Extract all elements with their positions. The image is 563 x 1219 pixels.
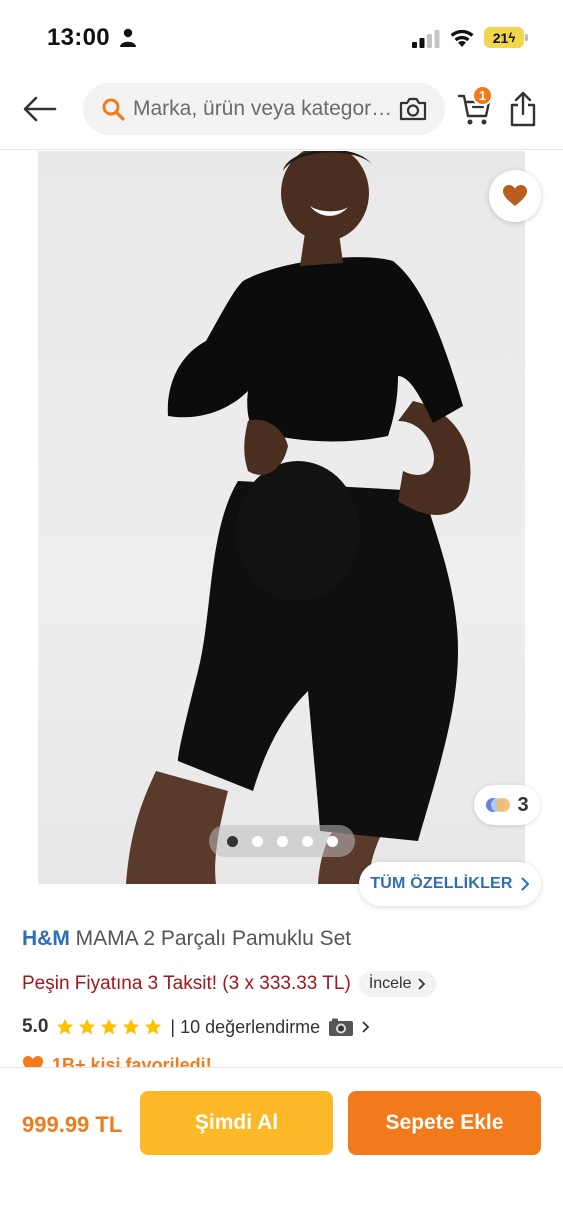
search-bar[interactable]	[83, 83, 445, 135]
star-icon	[79, 1018, 96, 1035]
inspect-installment-button[interactable]: İncele	[358, 971, 436, 997]
product-image-gallery[interactable]: 3	[0, 151, 563, 884]
camera-search-icon[interactable]	[398, 95, 428, 123]
product-price: 999.99 TL	[22, 1112, 123, 1137]
share-icon[interactable]	[508, 90, 538, 128]
all-features-label: TÜM ÖZELLİKLER	[370, 875, 513, 892]
favorite-button[interactable]	[489, 170, 541, 222]
rating-row[interactable]: 5.0 | 10 değerlendirme	[22, 1013, 370, 1041]
heart-icon	[503, 185, 527, 206]
bottom-action-bar: 999.99 TL Şimdi Al Sepete Ekle	[0, 1067, 563, 1219]
charging-bolt-icon: ϟ	[508, 30, 516, 45]
inspect-label: İncele	[368, 975, 412, 992]
star-icon	[123, 1018, 140, 1035]
battery-level: 21	[492, 29, 509, 46]
pagination-dot[interactable]	[226, 835, 238, 847]
chevron-right-icon	[521, 877, 530, 891]
battery-cap	[525, 34, 528, 41]
star-icon	[57, 1018, 74, 1035]
back-button[interactable]	[20, 91, 60, 127]
chevron-right-icon	[418, 978, 425, 990]
image-pagination-dots[interactable]	[209, 825, 355, 857]
arrow-left-icon	[23, 96, 57, 122]
photo-review-camera-icon	[329, 1018, 354, 1036]
color-variants-button[interactable]: 3	[474, 785, 540, 825]
person-icon	[120, 28, 136, 47]
status-time: 13:00	[47, 24, 110, 51]
search-input[interactable]	[133, 83, 395, 135]
product-photo[interactable]	[38, 151, 525, 884]
pagination-dot[interactable]	[276, 835, 288, 847]
cellular-signal-icon	[412, 30, 440, 48]
pagination-dot[interactable]	[301, 835, 313, 847]
pagination-dot[interactable]	[251, 835, 263, 847]
variant-count: 3	[517, 793, 529, 816]
brand-link[interactable]: H&M	[22, 927, 70, 950]
buy-now-button[interactable]: Şimdi Al	[140, 1091, 333, 1155]
review-count-link[interactable]: | 10 değerlendirme	[170, 1017, 320, 1038]
product-title: H&M MAMA 2 Parçalı Pamuklu Set	[22, 927, 351, 951]
battery-indicator: 21 ϟ	[484, 27, 524, 48]
installment-row: Peşin Fiyatına 3 Taksit! (3 x 333.33 TL)…	[22, 970, 436, 998]
search-icon	[102, 98, 125, 121]
star-icon	[145, 1018, 162, 1035]
pagination-dot[interactable]	[326, 835, 338, 847]
model-figure	[126, 151, 471, 884]
installment-offer: Peşin Fiyatına 3 Taksit! (3 x 333.33 TL)	[22, 973, 351, 994]
status-bar: 13:00 21 ϟ	[0, 0, 563, 76]
cart-count-badge: 1	[472, 85, 493, 106]
rating-score: 5.0	[22, 1016, 49, 1037]
product-name: MAMA 2 Parçalı Pamuklu Set	[75, 927, 352, 950]
color-swatches-icon	[486, 798, 511, 812]
star-icon	[101, 1018, 118, 1035]
all-features-button[interactable]: TÜM ÖZELLİKLER	[359, 862, 541, 906]
add-to-cart-button[interactable]: Sepete Ekle	[348, 1091, 541, 1155]
wifi-icon	[450, 29, 474, 47]
chevron-right-icon	[362, 1021, 370, 1033]
rating-stars	[56, 1018, 162, 1036]
